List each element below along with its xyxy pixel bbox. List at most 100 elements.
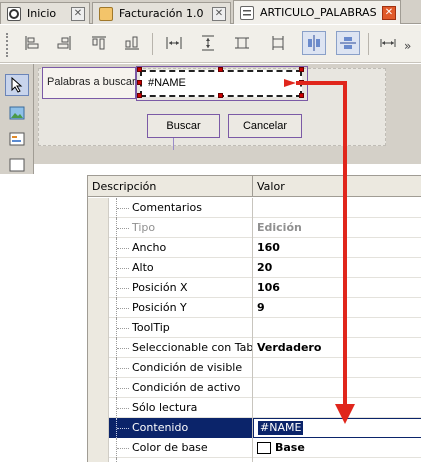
cancel-button-control[interactable]: Cancelar — [228, 114, 302, 138]
property-row-condicion-activo[interactable]: Condición de activo — [88, 378, 421, 398]
property-row-comentarios[interactable]: Comentarios — [88, 198, 421, 218]
property-row-next[interactable] — [88, 458, 421, 462]
same-width-button[interactable] — [162, 31, 186, 55]
contenido-edit-field[interactable]: #NAME — [253, 418, 421, 438]
panel-icon — [9, 158, 25, 172]
pointer-tool[interactable] — [5, 74, 29, 96]
resize-handle[interactable] — [299, 80, 304, 85]
property-value[interactable] — [252, 198, 421, 218]
same-height-icon — [202, 35, 214, 51]
layout-toolbar: » — [0, 25, 421, 63]
resize-handle[interactable] — [137, 80, 142, 85]
space-horizontal-button[interactable] — [376, 31, 400, 55]
property-value: Edición — [252, 218, 421, 238]
label-control-text: Palabras a buscar — [47, 76, 136, 88]
app-logo-icon — [7, 6, 21, 21]
property-value[interactable]: 20 — [252, 258, 421, 278]
resize-handle[interactable] — [218, 93, 223, 98]
property-name: Color de base — [132, 441, 208, 454]
property-row-tipo[interactable]: Tipo Edición — [88, 218, 421, 238]
tab-articulo-palabras[interactable]: ARTICULO_PALABRAS ✕ — [233, 0, 401, 24]
resize-handle[interactable] — [218, 67, 223, 72]
property-value[interactable]: Base — [252, 438, 421, 458]
edit-selected-text[interactable]: #NAME — [258, 421, 304, 435]
textbox-tool[interactable] — [5, 128, 29, 150]
resize-handle[interactable] — [137, 67, 142, 72]
row-gutter — [88, 338, 109, 358]
align-bottom-button[interactable] — [120, 31, 144, 55]
property-name: Condición de visible — [132, 361, 243, 374]
property-value-editor[interactable]: #NAME — [252, 418, 421, 438]
align-right-button[interactable] — [52, 31, 76, 55]
same-size-horizontal-button[interactable] — [230, 31, 254, 55]
toolbar-grip[interactable] — [6, 33, 9, 57]
same-height-button[interactable] — [196, 31, 220, 55]
textbox-icon — [9, 132, 25, 146]
label-control[interactable]: Palabras a buscar — [42, 67, 136, 99]
close-icon[interactable]: ✕ — [382, 6, 396, 20]
property-value[interactable] — [252, 378, 421, 398]
tab-label: Facturación 1.0 — [119, 7, 204, 20]
property-name: Seleccionable con Tab — [132, 341, 254, 354]
tree-connector — [117, 388, 129, 389]
resize-handle[interactable] — [137, 93, 142, 98]
row-gutter — [88, 238, 109, 258]
pointer-icon — [11, 77, 23, 93]
tab-facturacion[interactable]: Facturación 1.0 ✕ — [92, 2, 231, 24]
column-header-description[interactable]: Descripción — [88, 176, 252, 197]
property-row-tooltip[interactable]: ToolTip — [88, 318, 421, 338]
resize-handle[interactable] — [299, 93, 304, 98]
search-button-control[interactable]: Buscar — [147, 114, 220, 138]
property-value[interactable]: 106 — [252, 278, 421, 298]
resize-handle[interactable] — [299, 67, 304, 72]
row-gutter — [88, 358, 109, 378]
same-size-horizontal-icon — [235, 37, 249, 49]
row-gutter — [88, 278, 109, 298]
document-icon — [99, 6, 113, 21]
more-tools-chevron-icon[interactable]: » — [404, 39, 411, 53]
align-top-button[interactable] — [87, 31, 111, 55]
tree-connector — [117, 348, 129, 349]
property-row-seleccionable[interactable]: Seleccionable con Tab Verdadero — [88, 338, 421, 358]
image-tool[interactable] — [5, 102, 29, 124]
close-icon[interactable]: ✕ — [71, 7, 85, 21]
property-row-ancho[interactable]: Ancho 160 — [88, 238, 421, 258]
tree-connector — [117, 208, 129, 209]
property-value[interactable]: Verdadero — [252, 338, 421, 358]
tree-connector — [117, 328, 129, 329]
property-value[interactable] — [252, 458, 421, 462]
property-value[interactable] — [252, 398, 421, 418]
tab-inicio[interactable]: Inicio ✕ — [0, 2, 90, 24]
tab-label: Inicio — [27, 7, 57, 20]
tool-palette — [0, 64, 34, 174]
property-row-condicion-visible[interactable]: Condición de visible — [88, 358, 421, 378]
property-row-solo-lectura[interactable]: Sólo lectura — [88, 398, 421, 418]
property-name: Posición X — [132, 281, 188, 294]
align-left-button[interactable] — [20, 31, 44, 55]
tab-label: ARTICULO_PALABRAS — [260, 6, 377, 19]
connector-line — [173, 138, 174, 150]
property-row-color-base[interactable]: Color de base Base — [88, 438, 421, 458]
property-row-contenido[interactable]: Contenido #NAME — [88, 418, 421, 438]
center-horizontal-icon — [308, 35, 320, 51]
same-size-vertical-button[interactable] — [266, 31, 290, 55]
property-value[interactable] — [252, 318, 421, 338]
panel-tool[interactable] — [5, 154, 29, 176]
property-row-posicion-y[interactable]: Posición Y 9 — [88, 298, 421, 318]
column-header-value[interactable]: Valor — [252, 176, 421, 197]
space-horizontal-icon — [380, 39, 396, 47]
same-width-icon — [166, 37, 182, 49]
center-horizontal-button[interactable] — [302, 31, 326, 55]
property-value[interactable] — [252, 358, 421, 378]
property-row-posicion-x[interactable]: Posición X 106 — [88, 278, 421, 298]
center-vertical-icon — [340, 37, 356, 49]
property-row-alto[interactable]: Alto 20 — [88, 258, 421, 278]
tree-connector — [117, 268, 129, 269]
property-name: Alto — [132, 261, 154, 274]
property-value[interactable]: 160 — [252, 238, 421, 258]
toolbar-separator — [368, 33, 369, 55]
property-value[interactable]: 9 — [252, 298, 421, 318]
toolbar-separator — [152, 33, 153, 55]
center-vertical-button[interactable] — [336, 31, 360, 55]
close-icon[interactable]: ✕ — [212, 7, 226, 21]
